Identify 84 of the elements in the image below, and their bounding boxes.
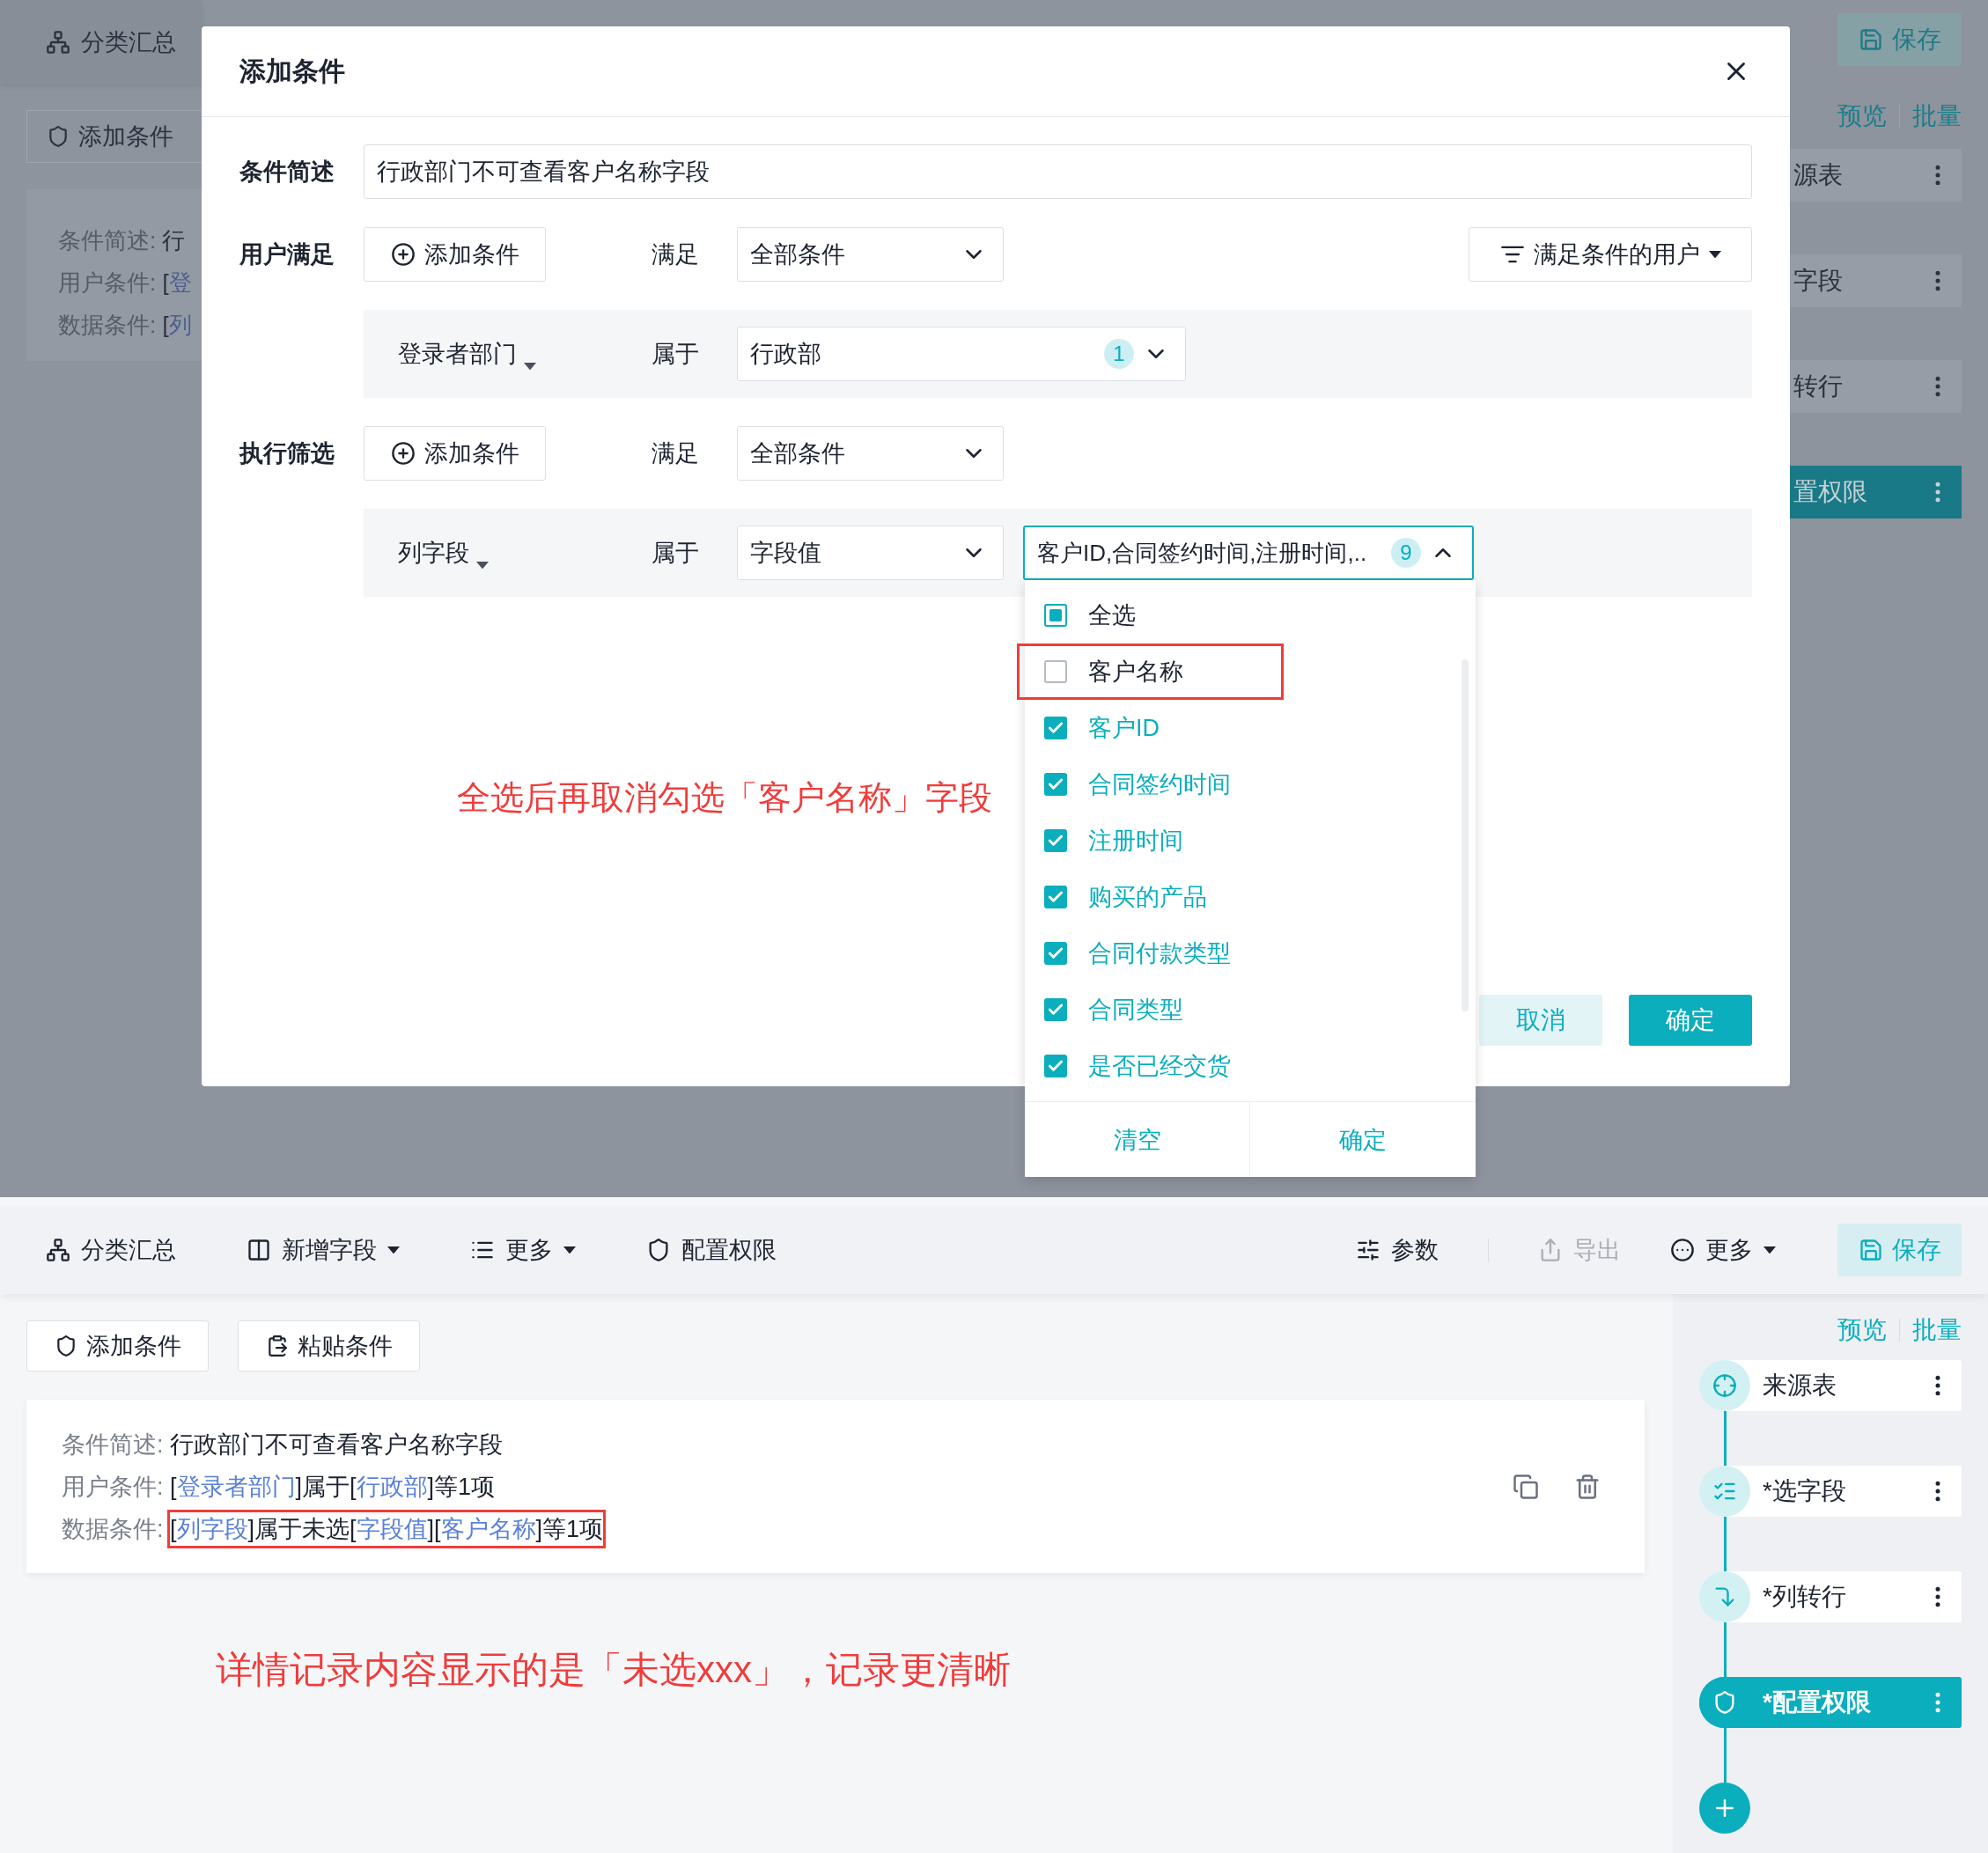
checkbox[interactable] — [1044, 829, 1067, 852]
flow-node[interactable]: *配置权限 — [1699, 1677, 1962, 1728]
save-icon — [1858, 1238, 1883, 1262]
checkbox[interactable] — [1044, 1055, 1067, 1077]
checkbox[interactable] — [1044, 886, 1067, 908]
operator-label: 属于 — [652, 539, 700, 568]
clear-button[interactable]: 清空 — [1025, 1102, 1250, 1177]
toolbar-button[interactable]: 配置权限 — [646, 1234, 777, 1266]
caret-icon — [476, 561, 489, 569]
summary-line: 用户条件: [登 — [58, 268, 193, 298]
toolbar-button[interactable]: 新增字段 — [247, 1234, 400, 1266]
columns-icon — [247, 1238, 271, 1262]
field-option[interactable]: 客户名称 — [1025, 643, 1476, 700]
flow-node[interactable]: *选字段 — [1699, 1466, 1962, 1517]
add-node-button[interactable] — [1699, 1783, 1750, 1834]
form-label: 执行筛选 — [239, 439, 335, 468]
match-label: 满足 — [652, 439, 700, 468]
field-option[interactable]: 购买的产品 — [1025, 869, 1476, 925]
delete-icon[interactable] — [1574, 1473, 1601, 1500]
add-condition-button[interactable]: 添加条件 — [26, 110, 202, 163]
field-option[interactable]: 是否已经交货 — [1025, 1038, 1476, 1094]
match-select[interactable]: 全部条件 — [737, 426, 1004, 481]
shield-icon — [47, 125, 70, 148]
dialog-title: 添加条件 — [239, 55, 345, 87]
checkbox[interactable] — [1044, 942, 1067, 965]
ok-button[interactable]: 确定 — [1629, 995, 1752, 1046]
toolbar-button[interactable]: 分类汇总 — [46, 1234, 176, 1266]
condition-button[interactable]: 添加条件 — [26, 1320, 209, 1371]
hierarchy-icon — [46, 29, 70, 55]
count-badge: 9 — [1391, 538, 1421, 568]
add-condition-button[interactable]: 添加条件 — [364, 426, 546, 481]
field-option[interactable]: 合同类型 — [1025, 982, 1476, 1038]
annotation-text: 详情记录内容显示的是「未选xxx」，记录更清晰 — [216, 1648, 1012, 1692]
copy-icon[interactable] — [1513, 1473, 1539, 1500]
flow-node[interactable]: *列转行 — [1699, 1571, 1962, 1622]
checkbox[interactable] — [1044, 998, 1067, 1021]
annotation-text: 全选后再取消勾选「客户名称」字段 — [457, 778, 992, 818]
count-badge: 1 — [1104, 339, 1134, 369]
field-dropdown[interactable]: 列字段 — [398, 537, 652, 569]
flow-node[interactable]: 来源表 — [1699, 1360, 1962, 1411]
toolbar-button[interactable]: 参数 — [1356, 1234, 1439, 1266]
flow-node[interactable]: 字段 — [1790, 254, 1962, 307]
checkbox[interactable] — [1044, 717, 1067, 739]
plus-circle-icon — [390, 242, 416, 267]
toolbar-button[interactable]: 更多 — [1670, 1234, 1776, 1266]
summary-line: 数据条件: [列 — [58, 311, 193, 340]
match-select[interactable]: 全部条件 — [737, 227, 1004, 282]
value-type-select[interactable]: 字段值 — [737, 526, 1004, 580]
caret-icon — [524, 362, 536, 370]
save-icon — [1858, 27, 1883, 52]
crosshair-icon — [1712, 1373, 1737, 1398]
flow-node[interactable]: 源表 — [1790, 149, 1962, 202]
operator-label: 属于 — [652, 340, 700, 369]
summary-line: 条件简述: 行 — [58, 226, 187, 255]
sliders-icon — [1356, 1238, 1381, 1262]
flow-node[interactable]: 转行 — [1790, 360, 1962, 413]
add-condition-button[interactable]: 添加条件 — [364, 227, 546, 282]
ellipsis-circle-icon — [1670, 1238, 1695, 1262]
toolbar-button[interactable]: 更多 — [470, 1234, 576, 1266]
checkbox[interactable] — [1044, 660, 1067, 683]
match-label: 满足 — [652, 240, 700, 269]
flow-node[interactable]: 置权限 — [1790, 466, 1962, 518]
select-all-option[interactable]: 全选 — [1025, 587, 1476, 643]
plus-circle-icon — [390, 441, 416, 466]
checkbox[interactable] — [1044, 773, 1067, 796]
field-option[interactable]: 客户ID — [1025, 700, 1476, 756]
condition-line: 数据条件: [列字段]属于未选[字段值][客户名称]等1项 — [62, 1507, 1513, 1550]
field-option[interactable]: 合同签约时间 — [1025, 756, 1476, 813]
field-dropdown[interactable]: 登录者部门 — [398, 338, 652, 370]
user-filter-button[interactable]: 满足条件的用户 — [1469, 227, 1752, 282]
field-option[interactable]: 合同付款类型 — [1025, 925, 1476, 982]
condition-button[interactable]: 粘贴条件 — [238, 1320, 420, 1371]
caret-icon — [1708, 250, 1721, 259]
value-select[interactable]: 行政部 1 — [737, 327, 1186, 381]
condition-line: 条件简述: 行政部门不可查看客户名称字段 — [62, 1430, 504, 1460]
toolbar-button[interactable]: 分类汇总 — [46, 26, 176, 58]
confirm-button[interactable]: 确定 — [1250, 1102, 1476, 1177]
condition-line: 用户条件: [登录者部门]属于[行政部]等1项 — [62, 1472, 497, 1502]
form-label: 用户满足 — [239, 240, 335, 269]
hierarchy-icon — [46, 1238, 70, 1262]
form-label: 条件简述 — [239, 158, 335, 187]
field-option[interactable]: 注册时间 — [1025, 813, 1476, 869]
checkbox[interactable] — [1044, 604, 1067, 627]
description-input[interactable]: 行政部门不可查看客户名称字段 — [364, 144, 1752, 199]
